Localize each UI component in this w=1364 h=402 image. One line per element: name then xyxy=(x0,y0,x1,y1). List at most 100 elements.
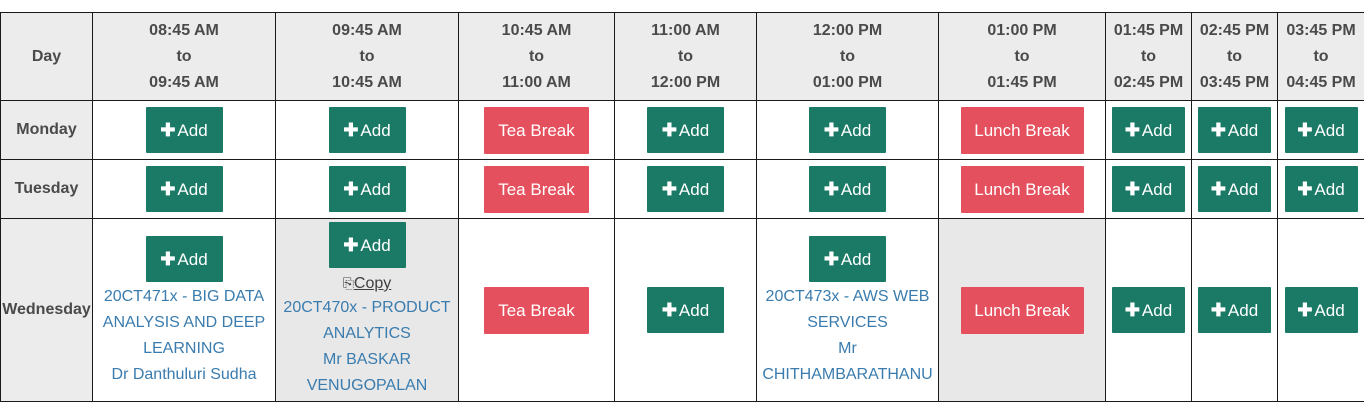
plus-icon: ✚ xyxy=(1210,120,1226,140)
day-label-wednesday: Wednesday xyxy=(0,218,93,402)
plus-icon: ✚ xyxy=(823,179,839,199)
slot-header: 11:00 AM to 12:00 PM xyxy=(614,12,757,101)
cell: Tea Break xyxy=(458,159,615,219)
add-button[interactable]: ✚ Add xyxy=(1284,107,1358,153)
plus-icon: ✚ xyxy=(1124,179,1140,199)
teacher-name: CHITHAMBARATHANU xyxy=(762,366,933,383)
plus-icon: ✚ xyxy=(343,179,359,199)
add-button[interactable]: ✚ Add xyxy=(145,107,223,153)
plus-icon: ✚ xyxy=(1124,300,1140,320)
slot-header: 02:45 PM to 03:45 PM xyxy=(1191,12,1278,101)
lunch-break-badge: Lunch Break xyxy=(960,286,1084,334)
slot-header: 09:45 AM to 10:45 AM xyxy=(275,12,459,101)
cell: ✚ Add xyxy=(92,100,276,160)
day-label-monday: Monday xyxy=(0,100,93,160)
add-button[interactable]: ✚ Add xyxy=(1112,107,1185,153)
tea-break-badge: Tea Break xyxy=(484,286,589,334)
add-button[interactable]: ✚ Add xyxy=(809,166,886,212)
add-button[interactable]: ✚ Add xyxy=(1198,166,1271,212)
slot-header: 12:00 PM to 01:00 PM xyxy=(756,12,939,101)
add-button[interactable]: ✚ Add xyxy=(809,107,886,153)
timetable: Day 08:45 AM to 09:45 AM 09:45 AM to 10:45 A… xyxy=(0,12,1364,402)
cell: Lunch Break xyxy=(938,218,1106,402)
teacher-name: Dr Danthuluri Sudha xyxy=(111,366,257,383)
course-entry[interactable]: 20CT473x - AWS WEB SERVICES Mr CHITHAMBA… xyxy=(762,284,932,388)
add-button[interactable]: ✚ Add xyxy=(1284,166,1358,212)
plus-icon: ✚ xyxy=(343,120,359,140)
cell: ✚ Add xyxy=(756,100,939,160)
day-label-tuesday: Tuesday xyxy=(0,159,93,219)
cell: ✚ Add xyxy=(756,159,939,219)
copy-icon: ⎘ xyxy=(342,275,354,291)
add-button[interactable]: ✚ Add xyxy=(328,107,406,153)
add-button[interactable]: ✚ Add xyxy=(647,166,724,212)
slot-header: 03:45 PM to 04:45 PM xyxy=(1277,12,1364,101)
slot-header: 01:00 PM to 01:45 PM xyxy=(938,12,1106,101)
add-button[interactable]: ✚ Add xyxy=(1112,166,1185,212)
cell: ✚ Add xyxy=(1105,100,1192,160)
plus-icon: ✚ xyxy=(1297,120,1313,140)
header-row: Day 08:45 AM to 09:45 AM 09:45 AM to 10:45 A… xyxy=(0,12,1364,101)
add-button[interactable]: ✚ Add xyxy=(809,236,886,282)
course-entry[interactable]: 20CT470x - PRODUCT ANALYTICS Mr BASKAR V… xyxy=(283,295,450,399)
add-button[interactable]: ✚ Add xyxy=(145,166,223,212)
plus-icon: ✚ xyxy=(160,179,176,199)
cell: Tea Break xyxy=(458,100,615,160)
cell: ✚ Add xyxy=(1191,218,1278,402)
slot-header: 08:45 AM to 09:45 AM xyxy=(92,12,276,101)
cell: ✚ Add xyxy=(1277,159,1364,219)
plus-icon: ✚ xyxy=(1210,300,1226,320)
plus-icon: ✚ xyxy=(343,235,359,255)
cell: ✚ Add xyxy=(275,100,459,160)
add-button[interactable]: ✚ Add xyxy=(647,107,724,153)
add-button[interactable]: ✚ Add xyxy=(328,222,406,268)
plus-icon: ✚ xyxy=(160,120,176,140)
cell: ✚ Add xyxy=(1191,159,1278,219)
cell: ✚ Add 20CT471x - BIG DATA ANALYSIS AND DE… xyxy=(92,218,276,402)
cell: ✚ Add ⎘Copy 20CT470x - PRODUCT ANALYTICS … xyxy=(275,218,459,402)
course-entry[interactable]: 20CT471x - BIG DATA ANALYSIS AND DEEP LE… xyxy=(103,284,265,388)
lunch-break-badge: Lunch Break xyxy=(960,165,1084,213)
add-button[interactable]: ✚ Add xyxy=(647,287,724,333)
tea-break-badge: Tea Break xyxy=(484,106,589,154)
plus-icon: ✚ xyxy=(661,300,677,320)
cell: ✚ Add xyxy=(1277,100,1364,160)
plus-icon: ✚ xyxy=(1297,179,1313,199)
plus-icon: ✚ xyxy=(160,249,176,269)
cell: ✚ Add xyxy=(275,159,459,219)
cell: Lunch Break xyxy=(938,100,1106,160)
cell: ✚ Add xyxy=(614,218,757,402)
cell: ✚ Add xyxy=(1105,218,1192,402)
add-button[interactable]: ✚ Add xyxy=(328,166,406,212)
add-button[interactable]: ✚ Add xyxy=(145,236,223,282)
plus-icon: ✚ xyxy=(1297,300,1313,320)
teacher-name: VENUGOPALAN xyxy=(306,377,428,394)
plus-icon: ✚ xyxy=(1210,179,1226,199)
add-button[interactable]: ✚ Add xyxy=(1284,287,1358,333)
copy-link[interactable]: ⎘Copy xyxy=(343,272,392,295)
tuesday-row: Tuesday ✚ Add ✚ Add Tea Break ✚ Add ✚ Add Lu… xyxy=(0,159,1364,219)
cell: ✚ Add xyxy=(614,100,757,160)
cell: ✚ Add xyxy=(614,159,757,219)
wednesday-row: Wednesday ✚ Add 20CT471x - BIG DATA ANALY… xyxy=(0,218,1364,402)
slot-header: 10:45 AM to 11:00 AM xyxy=(458,12,615,101)
cell: ✚ Add 20CT473x - AWS WEB SERVICES Mr CHIT… xyxy=(756,218,939,402)
cell: Lunch Break xyxy=(938,159,1106,219)
slot-header: 01:45 PM to 02:45 PM xyxy=(1105,12,1192,101)
teacher-name: Mr xyxy=(838,340,857,357)
cell: ✚ Add xyxy=(92,159,276,219)
add-button[interactable]: ✚ Add xyxy=(1198,287,1271,333)
cell: Tea Break xyxy=(458,218,615,402)
plus-icon: ✚ xyxy=(661,120,677,140)
lunch-break-badge: Lunch Break xyxy=(960,106,1084,154)
teacher-name: Mr BASKAR xyxy=(322,351,411,368)
add-button[interactable]: ✚ Add xyxy=(1198,107,1271,153)
cell: ✚ Add xyxy=(1105,159,1192,219)
day-header: Day xyxy=(0,12,93,101)
plus-icon: ✚ xyxy=(823,249,839,269)
add-button[interactable]: ✚ Add xyxy=(1112,287,1185,333)
plus-icon: ✚ xyxy=(661,179,677,199)
cell: ✚ Add xyxy=(1191,100,1278,160)
plus-icon: ✚ xyxy=(823,120,839,140)
plus-icon: ✚ xyxy=(1124,120,1140,140)
